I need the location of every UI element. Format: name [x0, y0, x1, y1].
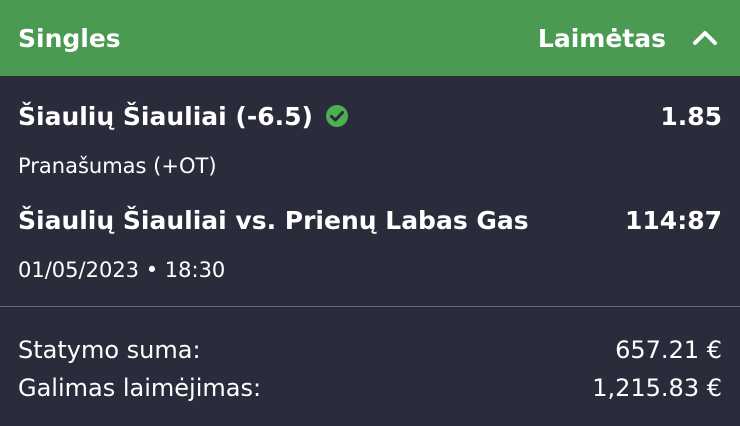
payout-value: 1,215.83 € [592, 374, 722, 402]
stake-row: Statymo suma: 657.21 € [18, 332, 722, 368]
datetime-row: 01/05/2023 • 18:30 [18, 254, 722, 286]
stake-label: Statymo suma: [18, 336, 201, 364]
header-right: Laimėtas [538, 24, 722, 53]
chevron-up-icon[interactable] [692, 30, 718, 46]
check-circle-icon [325, 104, 349, 128]
bet-summary: Statymo suma: 657.21 € Galimas laimėjima… [0, 307, 740, 426]
event-datetime: 01/05/2023 • 18:30 [18, 258, 226, 282]
stake-value: 657.21 € [615, 336, 722, 364]
bet-status: Laimėtas [537, 23, 666, 53]
market-name: Pranašumas (+OT) [18, 154, 217, 178]
payout-row: Galimas laimėjimas: 1,215.83 € [18, 370, 722, 406]
event-row: Šiaulių Šiauliai vs. Prienų Labas Gas 11… [18, 201, 722, 239]
bet-details: Šiaulių Šiauliai (-6.5) 1.85 Pranašumas … [0, 76, 740, 306]
event-name: Šiaulių Šiauliai vs. Prienų Labas Gas [18, 205, 529, 235]
bet-type-title: Singles [18, 23, 121, 53]
selection-name: Šiaulių Šiauliai (-6.5) [18, 101, 313, 131]
bet-header[interactable]: Singles Laimėtas [0, 0, 740, 76]
final-score: 114:87 [625, 205, 722, 235]
payout-label: Galimas laimėjimas: [18, 374, 262, 402]
odds-value: 1.85 [660, 101, 722, 131]
market-row: Pranašumas (+OT) [18, 150, 722, 182]
selection-row: Šiaulių Šiauliai (-6.5) 1.85 [18, 98, 722, 134]
